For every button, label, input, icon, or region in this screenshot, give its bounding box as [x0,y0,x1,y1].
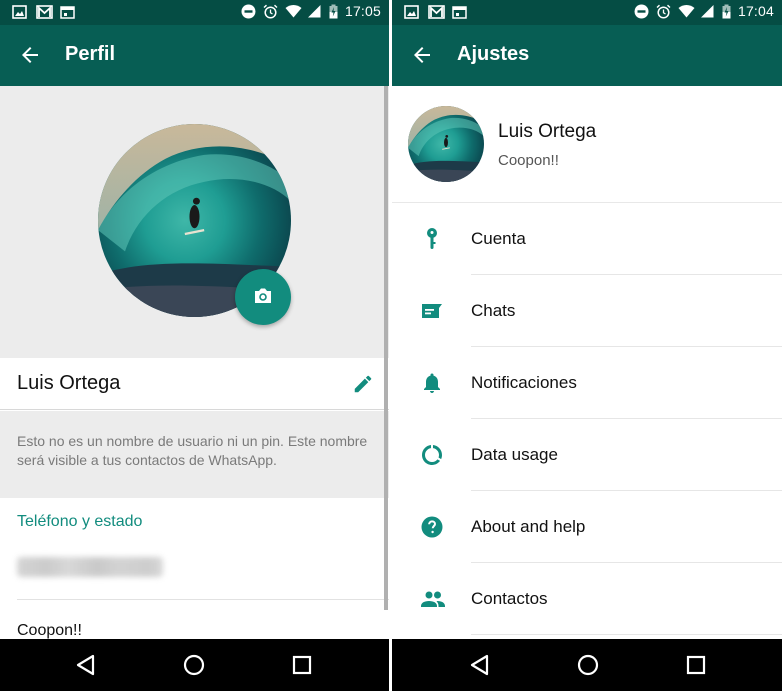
avatar[interactable] [408,106,484,182]
settings-item-data-usage[interactable]: Data usage [392,419,782,491]
name-hint-area: Esto no es un nombre de usuario ni un pi… [0,411,389,498]
settings-item-contactos[interactable]: Contactos [392,563,782,635]
back-nav-icon [470,654,489,676]
nav-home-button[interactable] [575,652,601,678]
settings-item-label: Contactos [471,589,548,608]
settings-item-notificaciones[interactable]: Notificaciones [392,347,782,419]
settings-item-label: Cuenta [471,229,526,248]
contacts-icon [420,587,445,611]
back-nav-icon [76,654,95,676]
status-bar: 17:05 [0,0,389,25]
pencil-icon [354,375,372,393]
profile-name: Luis Ortega [17,372,121,394]
phone-number-blurred [17,557,163,577]
navigation-bar [392,639,782,691]
home-nav-icon [183,654,205,676]
back-button[interactable] [18,43,42,67]
chat-icon [420,299,444,323]
nav-back-button[interactable] [467,652,493,678]
profile-screen: 17:05 Perfil Luis Ortega Esto no es un n… [0,0,389,691]
settings-item-label: Chats [471,301,516,320]
gmail-icon [428,5,445,19]
nav-back-button[interactable] [73,652,99,678]
alarm-icon [263,4,278,19]
settings-item-chats[interactable]: Chats [392,275,782,347]
battery-charging-icon [329,4,338,19]
status-bar: 17:04 [392,0,782,25]
settings-item-about-help[interactable]: About and help [392,491,782,563]
signal-icon [307,4,322,18]
app-bar: Perfil [0,25,389,86]
arrow-back-icon [22,47,38,63]
battery-charging-icon [722,4,731,19]
change-photo-button[interactable] [235,269,291,325]
profile-name: Luis Ortega [498,121,597,142]
page-title: Perfil [65,43,116,65]
wifi-icon [678,4,695,18]
section-header-phone-status: Teléfono y estado [17,513,143,530]
settings-item-label: Notificaciones [471,373,577,392]
name-hint-text: Esto no es un nombre de usuario ni un pi… [17,433,368,468]
calendar-icon [60,5,75,19]
do-not-disturb-icon [634,4,649,19]
image-icon [12,5,27,19]
divider [471,634,782,635]
bell-icon [420,371,444,395]
nav-home-button[interactable] [181,652,207,678]
do-not-disturb-icon [241,4,256,19]
signal-icon [700,4,715,18]
name-row[interactable]: Luis Ortega [0,358,389,410]
app-bar: Ajustes [392,25,782,86]
camera-icon [255,288,271,303]
nav-recents-button[interactable] [289,652,315,678]
scrollbar[interactable] [384,86,388,610]
image-icon [404,5,419,19]
nav-recents-button[interactable] [683,652,709,678]
alarm-icon [656,4,671,19]
status-text[interactable]: Coopon!! [17,622,82,640]
profile-card[interactable]: Luis Ortega Coopon!! [392,86,782,203]
data-usage-icon [420,443,444,467]
page-title: Ajustes [457,43,530,65]
settings-item-label: About and help [471,517,586,536]
edit-name-button[interactable] [352,373,374,395]
recents-nav-icon [686,655,706,675]
divider [17,599,389,600]
arrow-back-icon [414,47,430,63]
wifi-icon [285,4,302,18]
profile-photo-area [0,86,389,358]
help-icon [420,515,444,539]
profile-status: Coopon!! [498,152,559,169]
status-time: 17:05 [344,3,381,19]
settings-item-cuenta[interactable]: Cuenta [392,203,782,275]
status-time: 17:04 [737,3,774,19]
settings-item-label: Data usage [471,445,558,464]
home-nav-icon [577,654,599,676]
back-button[interactable] [410,43,434,67]
settings-screen: 17:04 Ajustes Luis Ortega Coopon!! Cuent… [392,0,782,691]
recents-nav-icon [292,655,312,675]
gmail-icon [36,5,53,19]
navigation-bar [0,639,389,691]
key-icon [420,227,444,251]
calendar-icon [452,5,467,19]
